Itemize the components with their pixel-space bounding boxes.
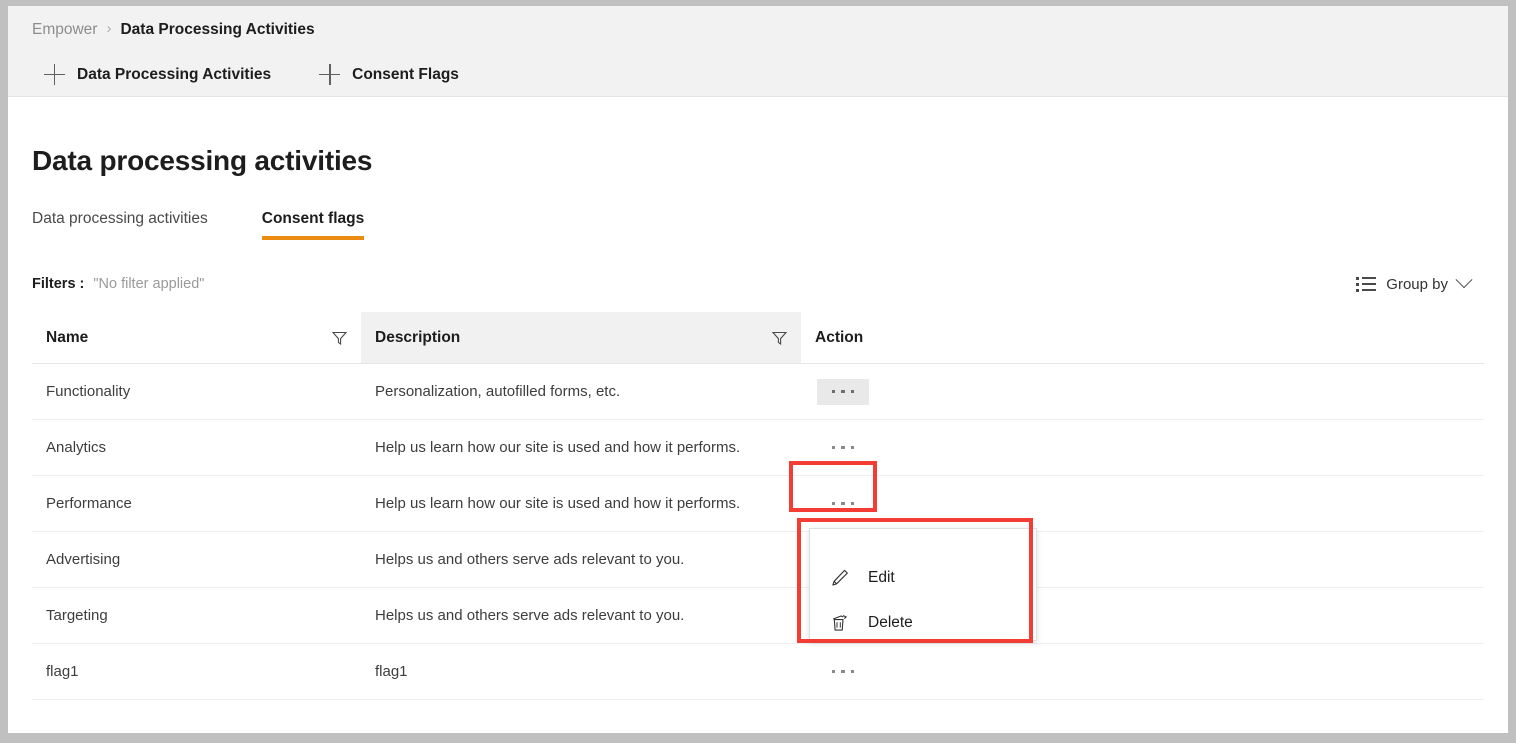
column-header-description[interactable]: Description (361, 312, 801, 363)
tab-data-processing-activities[interactable]: Data processing activities (32, 210, 208, 240)
funnel-icon[interactable] (332, 331, 347, 345)
tab-label: Data processing activities (32, 210, 208, 227)
table-row[interactable]: flag1 flag1 (32, 644, 1484, 700)
row-actions-ellipsis-icon[interactable] (817, 378, 869, 405)
menu-item-edit[interactable]: Edit (810, 555, 1036, 600)
column-header-label: Action (815, 328, 864, 346)
cell-action (801, 435, 1484, 461)
page-title: Data processing activities (32, 145, 373, 176)
cell-description: flag1 (375, 663, 408, 680)
cell-description: Helps us and others serve ads relevant t… (375, 551, 685, 568)
column-header-action[interactable]: Action (801, 312, 1484, 363)
row-actions-ellipsis-icon[interactable] (817, 659, 869, 685)
column-header-label: Name (46, 328, 89, 346)
new-consent-flag-button[interactable]: Consent Flags (319, 64, 459, 85)
new-data-processing-activity-button[interactable]: Data Processing Activities (44, 64, 271, 85)
cell-name: Targeting (46, 607, 108, 624)
tab-label: Consent flags (261, 210, 365, 227)
cell-action (801, 659, 1484, 685)
cell-name: Analytics (46, 439, 107, 456)
breadcrumb-root-link[interactable]: Empower (32, 20, 97, 40)
menu-item-label: Delete (868, 613, 913, 631)
consent-flags-table: Name Description Action Functionality Pe… (32, 312, 1484, 700)
breadcrumb-separator-icon: › (106, 20, 112, 37)
cell-description: Helps us and others serve ads relevant t… (375, 607, 685, 624)
column-header-name[interactable]: Name (32, 312, 361, 363)
group-by-label: Group by (1386, 275, 1448, 293)
chrome-bar: Empower › Data Processing Activities Dat… (8, 6, 1508, 97)
filters-summary: Filters : "No filter applied" (32, 276, 204, 292)
tab-list: Data processing activities Consent flags (32, 210, 1484, 240)
chevron-down-icon (1455, 271, 1473, 289)
plus-icon (319, 64, 341, 85)
menu-item-label: Edit (868, 568, 895, 586)
column-header-label: Description (375, 328, 461, 346)
cell-name: Advertising (46, 551, 121, 568)
cell-description: Personalization, autofilled forms, etc. (375, 383, 621, 400)
table-row[interactable]: Targeting Helps us and others serve ads … (32, 588, 1484, 644)
trash-icon (830, 613, 850, 633)
new-data-processing-activity-label: Data Processing Activities (77, 65, 272, 83)
new-consent-flag-label: Consent Flags (352, 65, 459, 83)
group-by-button[interactable]: Group by (1356, 271, 1484, 293)
cell-name: Performance (46, 495, 132, 512)
cell-action (801, 491, 1484, 517)
filter-bar: Filters : "No filter applied" Group by (32, 271, 1484, 296)
funnel-icon[interactable] (772, 331, 787, 345)
table-header-row: Name Description Action (32, 312, 1484, 364)
table-row[interactable]: Advertising Helps us and others serve ad… (32, 532, 1484, 588)
table-row[interactable]: Performance Help us learn how our site i… (32, 476, 1484, 532)
plus-icon (44, 64, 65, 85)
application-window: Empower › Data Processing Activities Dat… (8, 6, 1508, 733)
pencil-icon (830, 568, 850, 588)
page-body: Data processing activities Data processi… (8, 145, 1508, 700)
cell-name: flag1 (46, 663, 79, 680)
cell-action (801, 378, 1484, 405)
row-action-context-menu: Edit Delete (809, 528, 1037, 641)
table-row[interactable]: Analytics Help us learn how our site is … (32, 420, 1484, 476)
menu-item-delete[interactable]: Delete (810, 600, 1036, 645)
cell-description: Help us learn how our site is used and h… (375, 495, 741, 512)
cell-name: Functionality (46, 383, 131, 400)
row-actions-ellipsis-icon[interactable] (817, 491, 869, 517)
table-row[interactable]: Functionality Personalization, autofille… (32, 364, 1484, 420)
filters-label: Filters : (32, 276, 85, 292)
breadcrumb-current: Data Processing Activities (120, 21, 315, 38)
breadcrumb: Empower › Data Processing Activities (32, 20, 315, 40)
filters-value: "No filter applied" (93, 276, 205, 292)
tab-consent-flags[interactable]: Consent flags (261, 210, 365, 240)
list-bullets-icon (1356, 276, 1377, 292)
chrome-action-bar: Data Processing Activities Consent Flags (44, 64, 459, 85)
row-actions-ellipsis-icon[interactable] (817, 435, 869, 461)
cell-description: Help us learn how our site is used and h… (375, 439, 741, 456)
